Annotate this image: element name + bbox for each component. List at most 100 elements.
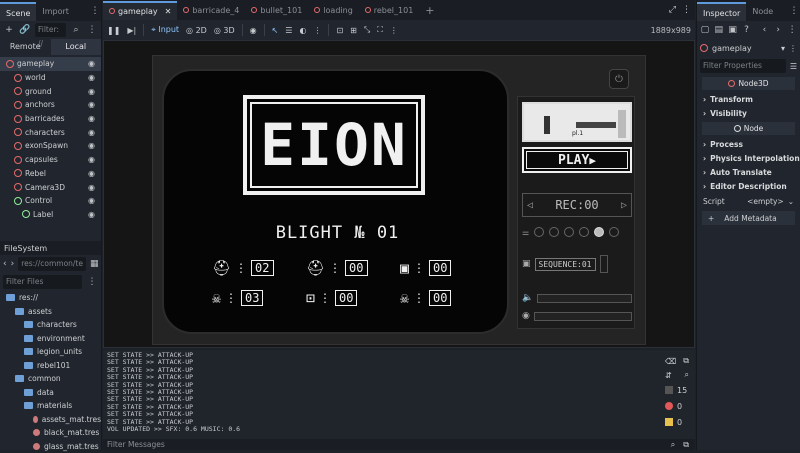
file-item[interactable]: materials xyxy=(0,399,101,413)
visibility-eye-icon[interactable]: ◉ xyxy=(88,100,95,109)
inspector-section[interactable]: ›Editor Description xyxy=(697,179,800,193)
3d-mode-button[interactable]: ◎ 3D xyxy=(214,26,235,35)
game-viewport[interactable]: EION BLIGHT № 01 ⛑⋮02⛑⋮00▣⋮00☠⋮03⊡⋮00☠⋮0… xyxy=(103,40,695,348)
filter-messages-input[interactable]: Filter Messages xyxy=(107,440,671,449)
sequence-label[interactable]: SEQUENCE:01 xyxy=(535,258,596,271)
inspector-section[interactable]: ›Visibility xyxy=(697,106,800,120)
copy-icon[interactable]: ⧉ xyxy=(683,440,689,450)
file-item[interactable]: legion_units xyxy=(0,345,101,359)
script-value[interactable]: <empty> xyxy=(747,197,784,206)
kebab-menu-icon[interactable]: ⋮ xyxy=(682,5,691,15)
knob[interactable] xyxy=(579,227,589,237)
tab-inspector[interactable]: Inspector xyxy=(697,2,746,21)
object-selector[interactable]: gameplay ▾ ⋮ xyxy=(697,39,800,57)
visibility-eye-icon[interactable]: ◉ xyxy=(88,141,95,150)
scene-tab[interactable]: gameplay✕ xyxy=(103,1,177,20)
sort-icon[interactable]: ⋮ xyxy=(86,276,98,288)
list-select-icon[interactable]: ☰ xyxy=(285,26,292,35)
sequence-slider[interactable] xyxy=(600,255,608,273)
close-icon[interactable]: ✕ xyxy=(165,2,172,21)
sfx-slider[interactable] xyxy=(537,294,632,303)
scene-tab[interactable]: bullet_101 xyxy=(245,1,308,20)
tree-node[interactable]: exonSpawn◉ xyxy=(0,139,101,153)
scroll-icon[interactable]: ⇵ xyxy=(665,371,672,380)
eye-icon[interactable]: ◉ xyxy=(250,26,257,35)
2d-mode-button[interactable]: ◎ 2D xyxy=(186,26,207,35)
chevron-down-icon[interactable]: ⌄ xyxy=(788,197,794,206)
tree-node[interactable]: world◉ xyxy=(0,71,101,85)
tree-node[interactable]: capsules◉ xyxy=(0,153,101,167)
file-item[interactable]: common xyxy=(0,372,101,386)
file-item[interactable]: environment xyxy=(0,332,101,346)
file-item[interactable]: assets xyxy=(0,305,101,319)
warning-filter-icon[interactable] xyxy=(665,418,673,426)
search-icon[interactable]: ⌕ xyxy=(685,370,689,380)
distraction-free-icon[interactable]: ⤢ xyxy=(669,5,676,15)
visibility-eye-icon[interactable]: ◉ xyxy=(88,87,95,96)
knob[interactable] xyxy=(609,227,619,237)
tree-node[interactable]: anchors◉ xyxy=(0,98,101,112)
expand-icon[interactable]: ⤡ xyxy=(364,25,370,35)
kebab-menu-icon[interactable]: ⋮ xyxy=(390,26,398,35)
add-tab-icon[interactable]: + xyxy=(425,4,434,17)
tree-node[interactable]: characters◉ xyxy=(0,125,101,139)
visibility-eye-icon[interactable]: ◉ xyxy=(88,128,95,137)
tree-node[interactable]: Camera3D◉ xyxy=(0,180,101,194)
scene-filter-input[interactable]: Filter: // xyxy=(35,23,66,37)
camera-override-icon[interactable]: ◐ xyxy=(299,26,306,35)
visibility-eye-icon[interactable]: ◉ xyxy=(88,196,95,205)
fit-icon[interactable]: ⊡ xyxy=(336,26,343,35)
visibility-eye-icon[interactable]: ◉ xyxy=(88,169,95,178)
tree-node[interactable]: Label◉ xyxy=(0,208,101,222)
embed-icon[interactable]: ⛶ xyxy=(377,25,383,35)
rec-next-icon[interactable]: ▷ xyxy=(621,200,627,211)
help-icon[interactable]: ? xyxy=(742,24,752,36)
rec-prev-icon[interactable]: ◁ xyxy=(527,200,533,211)
filter-properties-input[interactable]: Filter Properties xyxy=(700,59,786,73)
knob-active[interactable] xyxy=(594,227,604,237)
copy-icon[interactable]: ⧉ xyxy=(683,356,689,366)
back-icon[interactable]: ‹ xyxy=(759,24,769,36)
kebab-menu-icon[interactable]: ⋮ xyxy=(789,44,797,53)
file-item[interactable]: assets_mat.tres xyxy=(0,413,101,427)
back-icon[interactable]: ‹ xyxy=(3,258,7,270)
open-icon[interactable]: ▤ xyxy=(714,24,724,36)
kebab-menu-icon[interactable]: ⋮ xyxy=(788,5,800,17)
tree-node[interactable]: ground◉ xyxy=(0,84,101,98)
visibility-eye-icon[interactable]: ◉ xyxy=(88,59,95,68)
visibility-eye-icon[interactable]: ◉ xyxy=(88,155,95,164)
file-item[interactable]: res:// xyxy=(0,291,101,305)
clear-icon[interactable]: ⌫ xyxy=(665,357,676,366)
stretch-icon[interactable]: ⊞ xyxy=(350,26,357,35)
select-icon[interactable]: ↖ xyxy=(272,26,279,35)
path-input[interactable]: res://common/te xyxy=(18,257,86,271)
scene-tab[interactable]: barricade_4 xyxy=(177,1,245,20)
tree-node[interactable]: barricades◉ xyxy=(0,112,101,126)
forward-icon[interactable]: › xyxy=(773,24,783,36)
settings-icon[interactable]: ☰ xyxy=(790,62,797,71)
music-slider[interactable] xyxy=(534,312,632,321)
new-resource-icon[interactable]: ▢ xyxy=(700,24,710,36)
tree-node[interactable]: Control◉ xyxy=(0,194,101,208)
error-filter-icon[interactable] xyxy=(665,402,673,410)
remote-button[interactable]: Remote xyxy=(0,39,51,55)
tree-node[interactable]: Rebel◉ xyxy=(0,167,101,181)
visibility-eye-icon[interactable]: ◉ xyxy=(88,114,95,123)
kebab-menu-icon[interactable]: ⋮ xyxy=(86,24,98,36)
input-mode-button[interactable]: ⌖ Input xyxy=(151,25,179,35)
tree-node[interactable]: gameplay◉ xyxy=(0,57,101,71)
knob[interactable] xyxy=(564,227,574,237)
scene-tab[interactable]: loading xyxy=(308,1,358,20)
file-item[interactable]: glass_mat.tres xyxy=(0,440,101,453)
inspector-section[interactable]: ›Physics Interpolation xyxy=(697,151,800,165)
kebab-menu-icon[interactable]: ⋮ xyxy=(89,5,101,17)
play-button[interactable]: PLAY ▶ xyxy=(522,147,632,173)
split-view-icon[interactable]: ▦ xyxy=(90,258,99,270)
add-node-icon[interactable]: + xyxy=(3,24,15,36)
visibility-eye-icon[interactable]: ◉ xyxy=(88,73,95,82)
inspector-section[interactable]: ›Auto Translate xyxy=(697,165,800,179)
rec-selector[interactable]: ◁ REC:00 ▷ xyxy=(522,193,632,217)
pause-icon[interactable]: ❚❚ xyxy=(107,26,120,35)
inspector-section[interactable]: ›Process xyxy=(697,137,800,151)
tab-scene[interactable]: Scene xyxy=(0,2,36,21)
